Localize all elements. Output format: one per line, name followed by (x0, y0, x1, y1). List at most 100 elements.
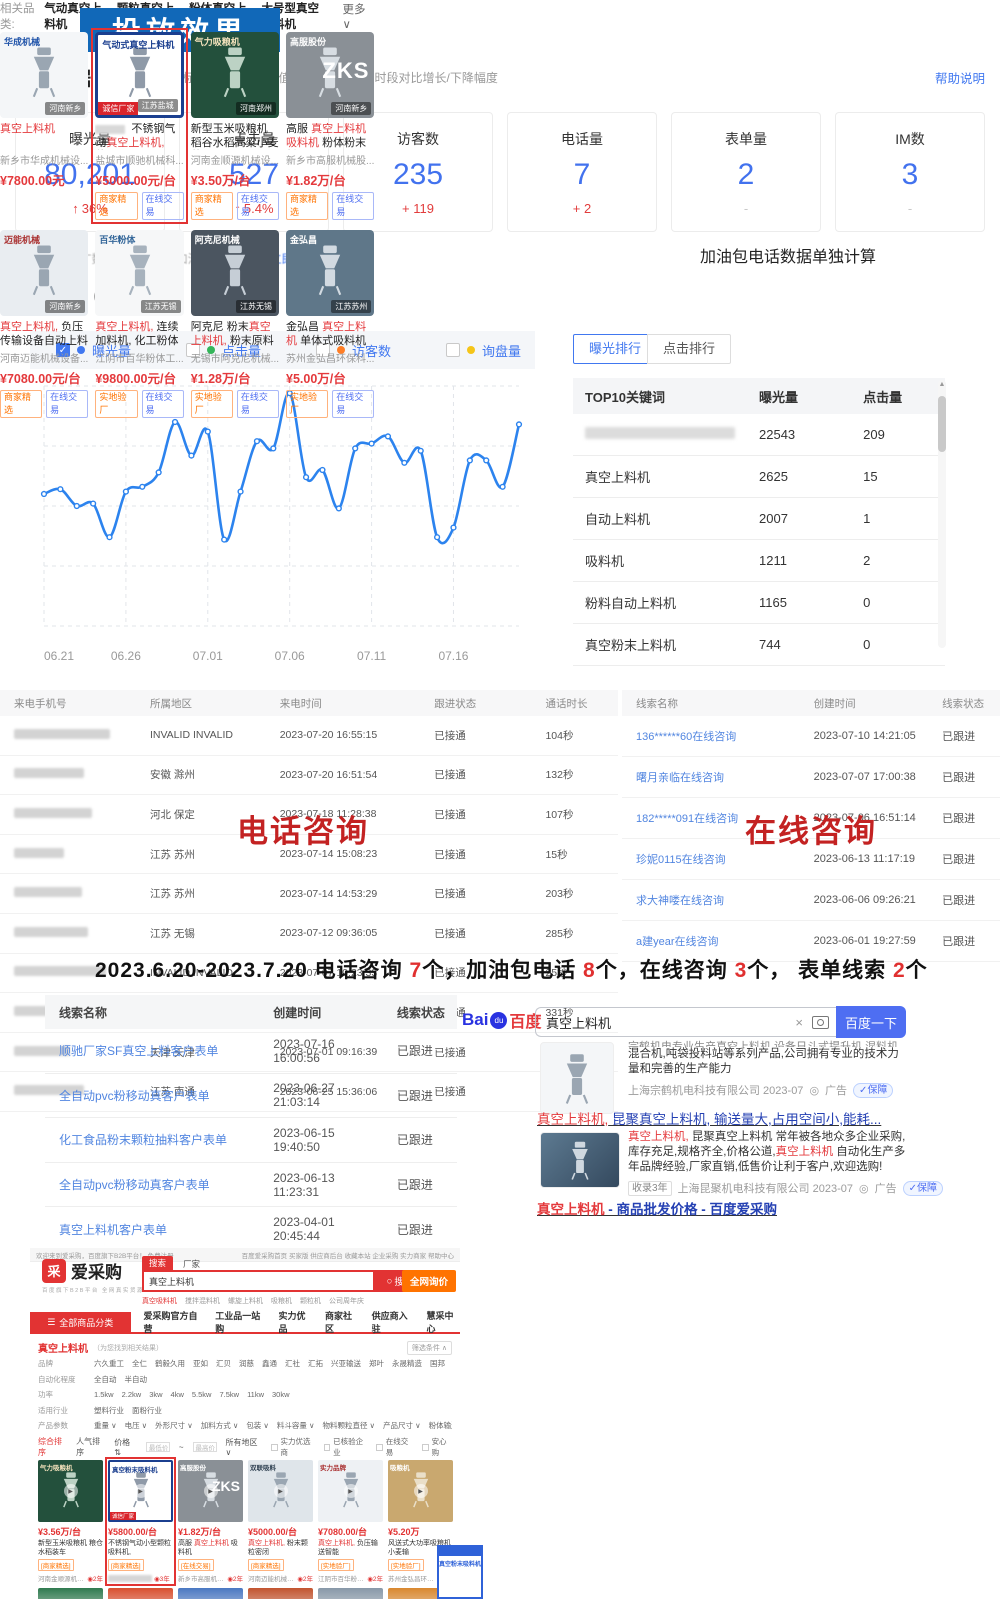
acg-filter-value[interactable]: 全仁 (132, 1358, 147, 1369)
camera-icon[interactable] (812, 1016, 829, 1029)
acg-tab-search[interactable]: 搜索 (142, 1256, 173, 1270)
acg-nav-item[interactable]: 爱采购官方自营 (144, 1309, 203, 1335)
acg-filter-value[interactable]: 鑫通 (262, 1358, 277, 1369)
lead-form-link[interactable]: 全自动pvc粉移动真客户表单 (45, 1176, 259, 1193)
result1-thumbnail[interactable] (540, 1042, 614, 1114)
acg-nav-item[interactable]: 慧采中心 (426, 1309, 460, 1335)
acg-sort-item[interactable]: 人气排序 (76, 1436, 105, 1458)
acg-region-select[interactable]: 所有地区 ∨ (226, 1437, 262, 1457)
baidu-search-input[interactable]: 真空上料机 × (535, 1007, 837, 1037)
play-icon[interactable]: ▶ (204, 1484, 218, 1498)
acg-filter-chip[interactable]: 筛选条件 ∧ (407, 1341, 452, 1355)
more-link[interactable]: 更多 ∨ (342, 1, 368, 31)
acg-filter-value[interactable]: 7.5kw (219, 1390, 239, 1399)
play-icon[interactable]: ▶ (64, 1484, 78, 1498)
acg-filter-value[interactable]: 1.5kw (94, 1390, 114, 1399)
baidu-product-card[interactable]: 高服股份ZKS河南新乡高服 真空上料机 吸料机 粉体粉末封...新乡市高服机械股… (286, 32, 374, 220)
tab-impression-ranking[interactable]: 曝光排行 (573, 334, 657, 364)
legend-checkbox[interactable] (446, 343, 460, 357)
acg-filter-value[interactable]: 六久重工 (94, 1358, 124, 1369)
lead-name-link[interactable]: 求大神喽在线咨询 (622, 892, 800, 908)
acg-filter-value[interactable]: 汇贝 (216, 1358, 231, 1369)
result3-title-link[interactable]: 真空上料机 - 商品批发价格 - 百度爱采购 (537, 1198, 905, 1218)
acg-filter-value[interactable]: 加料方式 ∨ (201, 1420, 239, 1431)
acg-filter-value[interactable]: 4kw (171, 1390, 184, 1399)
acg-hotword[interactable]: 搅拌混料机 (185, 1296, 220, 1306)
acg-hotword[interactable]: 螺旋上料机 (228, 1296, 263, 1306)
acg-filter-value[interactable]: 料斗容量 ∨ (277, 1420, 315, 1431)
scrollbar[interactable]: ▲ (938, 380, 946, 648)
acg-product-card[interactable]: 高服股份ZKS▶¥1.82万/台高服 真空上料机 吸料机粉体粉末封闭式输送设备[… (178, 1460, 243, 1583)
acg-price-min-input[interactable]: 最低价 (146, 1442, 170, 1452)
lead-name-link[interactable]: 136******60在线咨询 (622, 728, 800, 744)
lead-form-link[interactable]: 全自动pvc粉移动真客户表单 (45, 1087, 259, 1104)
baidu-product-card[interactable]: 阿克尼机械江苏无锡阿克尼 粉末真空上料机, 粉末原料无...无锡市阿克尼机械..… (191, 230, 279, 418)
acg-filter-value[interactable]: 重量 ∨ (94, 1420, 117, 1431)
acg-filter-value[interactable]: 汇拓 (308, 1358, 323, 1369)
acg-filter-value[interactable]: 面粉行业 (132, 1405, 162, 1416)
acg-nav-item[interactable]: 商家社区 (325, 1309, 359, 1335)
acg-quote-button[interactable]: 全网询价 (402, 1270, 456, 1292)
acg-filter-value[interactable]: 兴亚输送 (331, 1358, 361, 1369)
acg-hotword[interactable]: 颗粒机 (300, 1296, 321, 1306)
tab-click-ranking[interactable]: 点击排行 (647, 334, 731, 364)
acg-filter-value[interactable]: 3kw (149, 1390, 162, 1399)
baidu-product-card[interactable]: 气力吸粮机河南郑州新型玉米吸粮机 稻谷水稻高粱小麦装...河南金顺源机械设...… (191, 32, 279, 220)
acg-sort-item[interactable]: 价格 ⇅ (114, 1437, 137, 1457)
lead-form-link[interactable]: 真空上料机客户表单 (45, 1221, 259, 1238)
acg-filter-value[interactable]: 粉体输送能力 ∨ (429, 1420, 452, 1431)
acg-hotword[interactable]: 公司周年庆 (329, 1296, 364, 1306)
acg-filter-value[interactable]: 半自动 (125, 1374, 148, 1385)
baidu-product-card[interactable]: 百华粉体江苏无锡真空上料机, 连续加料机, 化工粉体输...江阴市百华粉体工..… (95, 230, 183, 418)
acg-sort-item[interactable]: 综合排序 (38, 1436, 67, 1458)
baidu-search-button[interactable]: 百度一下 (836, 1006, 906, 1038)
play-icon[interactable]: ▶ (274, 1484, 288, 1498)
scrollbar-thumb[interactable] (938, 396, 946, 452)
play-icon[interactable]: ▶ (344, 1484, 358, 1498)
legend-item-询盘量[interactable]: 询盘量 (446, 341, 521, 360)
acg-filter-value[interactable]: 物料颗粒直径 ∨ (322, 1420, 375, 1431)
lead-form-link[interactable]: 顺驰厂家SF真空上料客户表单 (45, 1042, 259, 1059)
acg-checkbox[interactable] (324, 1444, 331, 1451)
acg-filter-value[interactable]: 外形尺寸 ∨ (155, 1420, 193, 1431)
lead-form-link[interactable]: 化工食品粉末颗粒抽料客户表单 (45, 1131, 259, 1148)
acg-filter-value[interactable]: 产品尺寸 ∨ (383, 1420, 421, 1431)
acg-product-card[interactable]: 气力吸粮机▶¥3.56万/台新型玉米吸粮机 粮仓水稻装车输送设备 真空上料机 全… (38, 1460, 103, 1583)
acg-nav-item[interactable]: 供应商入驻 (372, 1309, 414, 1335)
acg-product-card[interactable]: 实力品牌▶¥7080.00/台真空上料机, 负压输送智能系统 无尘环保加料设备[… (318, 1460, 383, 1583)
play-icon[interactable]: ▶ (134, 1484, 148, 1498)
acg-filter-value[interactable]: 亚如 (193, 1358, 208, 1369)
acg-product-card[interactable]: 双联吸料▶¥5000.00/台真空上料机, 粉末颗粒密闭上料系统 单机粉料机[商… (248, 1460, 313, 1583)
acg-filter-value[interactable]: 塑料行业 (94, 1405, 124, 1416)
acg-product-card[interactable]: 真空粉末吸料机诚信厂家▶¥5800.00/台不锈钢气动小型颗粒吸料机,真空上料机… (108, 1460, 173, 1583)
baidu-product-card[interactable]: 迈能机械河南新乡真空上料机, 负压传输设备自动上料系...河南迈能机械设备...… (0, 230, 88, 418)
acg-filter-value[interactable]: 30kw (272, 1390, 290, 1399)
acg-all-categories[interactable]: ☰ 全部商品分类 (30, 1312, 131, 1332)
acg-filter-value[interactable]: 国邦 (430, 1358, 445, 1369)
acg-filter-value[interactable]: 汇社 (285, 1358, 300, 1369)
acg-filter-value[interactable]: 鹤毅久用 (155, 1358, 185, 1369)
lead-name-link[interactable]: a建year在线咨询 (622, 933, 800, 949)
baidu-product-card[interactable]: 华成机械河南新乡真空上料机新乡市华成机械设...¥7800.00元 (0, 32, 88, 220)
acg-checkbox[interactable] (271, 1444, 278, 1451)
acg-filter-value[interactable]: 全自动 (94, 1374, 117, 1385)
acg-hotword[interactable]: 真空吸料机 (142, 1296, 177, 1306)
acg-nav-item[interactable]: 实力优品 (279, 1309, 313, 1335)
acg-filter-value[interactable]: 11kw (247, 1390, 264, 1399)
baidu-product-card[interactable]: 气动式真空上料机诚信厂家江苏盐城 不锈钢气动真空上料机, 体...盐城市顺驰机械… (95, 32, 183, 220)
result2-thumbnail[interactable] (540, 1132, 620, 1188)
baidu-product-card[interactable]: 金弘昌江苏苏州金弘昌 真空上料机 单体式吸料机 颗...苏州金弘昌环保科...¥… (286, 230, 374, 418)
acg-filter-value[interactable]: 5.5kw (192, 1390, 212, 1399)
play-icon[interactable]: ▶ (414, 1484, 428, 1498)
acg-nav-item[interactable]: 工业品一站购 (215, 1309, 265, 1335)
clear-icon[interactable]: × (795, 1015, 803, 1030)
lead-name-link[interactable]: 珍妮0115在线咨询 (622, 851, 800, 867)
options-icon[interactable]: ◎ (809, 1084, 819, 1097)
acg-filter-value[interactable]: 2.2kw (122, 1390, 142, 1399)
acg-checkbox[interactable] (422, 1444, 429, 1451)
result2-title-link[interactable]: 真空上料机, 昆聚真空上料机, 输送量大,占用空间小,能耗... (537, 1108, 905, 1128)
help-link[interactable]: 帮助说明 (935, 68, 985, 87)
lead-name-link[interactable]: 曙月亲临在线咨询 (622, 769, 800, 785)
options-icon[interactable]: ◎ (859, 1182, 869, 1195)
acg-search-input[interactable]: 真空上料机 (142, 1270, 375, 1292)
